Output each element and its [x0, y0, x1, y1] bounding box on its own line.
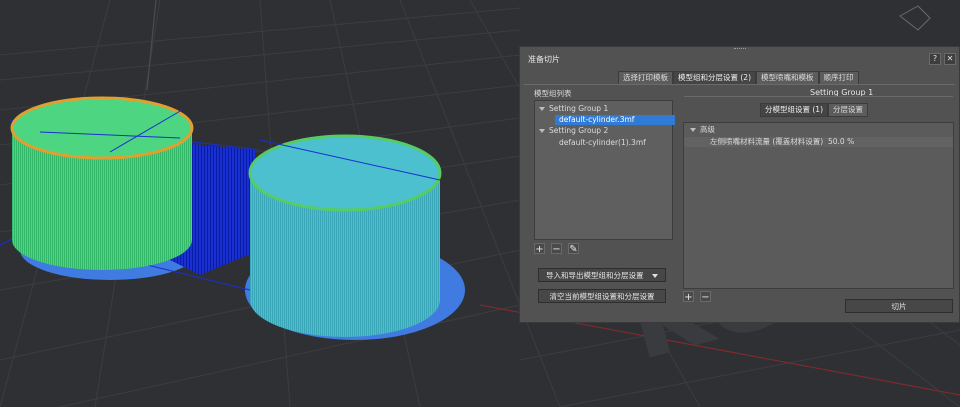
settings-list: 高级 左侧喷嘴材料流量 (覆盖材料设置) 50.0 %: [683, 122, 954, 289]
tab-divider: [524, 84, 955, 85]
collapse-arrow-icon[interactable]: [690, 127, 696, 132]
slice-button[interactable]: 切片: [845, 299, 953, 313]
tab-print-template[interactable]: 选择打印模板: [618, 71, 673, 85]
tree-item-cylinder[interactable]: default-cylinder.3mf: [555, 115, 675, 125]
close-button[interactable]: ✕: [944, 53, 956, 65]
tab-per-model-settings[interactable]: 分模型组设置 (1): [760, 103, 829, 117]
tab-sequential-print[interactable]: 顺序打印: [818, 71, 859, 85]
right-tabs: 分模型组设置 (1) 分层设置: [760, 103, 869, 117]
setting-value[interactable]: 50.0 %: [828, 137, 854, 147]
expand-arrow-icon[interactable]: [539, 106, 545, 111]
add-setting-icon[interactable]: +: [683, 291, 694, 303]
prepare-slice-dialog: 准备切片 ? ✕ 选择打印模板 模型组和分层设置 (2) 模型喷嘴和模板 顺序打…: [519, 46, 960, 323]
right-divider: [684, 96, 953, 97]
expand-arrow-icon[interactable]: [539, 128, 545, 133]
model-group-tree: Setting Group 1 default-cylinder.3mf Set…: [534, 100, 675, 240]
y-axis-line: [146, 0, 157, 91]
tab-model-groups[interactable]: 模型组和分层设置 (2): [673, 71, 757, 85]
dialog-titlebar[interactable]: 准备切片 ? ✕: [520, 51, 959, 66]
remove-setting-icon[interactable]: −: [700, 291, 711, 303]
view-cube-icon: [899, 5, 931, 31]
clear-settings-button[interactable]: 清空当前模型组设置和分层设置: [538, 289, 666, 303]
model-group-list-label: 模型组列表: [534, 89, 572, 98]
import-export-button[interactable]: 导入和导出模型组和分层设置: [538, 268, 666, 282]
section-advanced[interactable]: 高级: [684, 125, 953, 135]
edit-group-icon[interactable]: ✎: [568, 243, 579, 255]
remove-group-icon[interactable]: −: [551, 243, 562, 255]
dialog-title: 准备切片: [528, 55, 560, 64]
help-button[interactable]: ?: [929, 53, 941, 65]
tree-group-1[interactable]: Setting Group 1: [535, 104, 608, 114]
tree-group-2[interactable]: Setting Group 2: [535, 126, 608, 136]
tree-item-cylinder-1[interactable]: default-cylinder(1).3mf: [559, 138, 646, 148]
tab-layer-settings[interactable]: 分层设置: [828, 103, 869, 117]
tab-nozzle-template[interactable]: 模型喷嘴和模板: [756, 71, 819, 85]
setting-name: 左侧喷嘴材料流量 (覆盖材料设置): [710, 137, 824, 146]
setting-row[interactable]: 左侧喷嘴材料流量 (覆盖材料设置) 50.0 %: [684, 137, 953, 147]
add-group-icon[interactable]: +: [534, 243, 545, 255]
main-tabs: 选择打印模板 模型组和分层设置 (2) 模型喷嘴和模板 顺序打印: [618, 71, 859, 85]
dropdown-arrow-icon: [651, 274, 658, 278]
